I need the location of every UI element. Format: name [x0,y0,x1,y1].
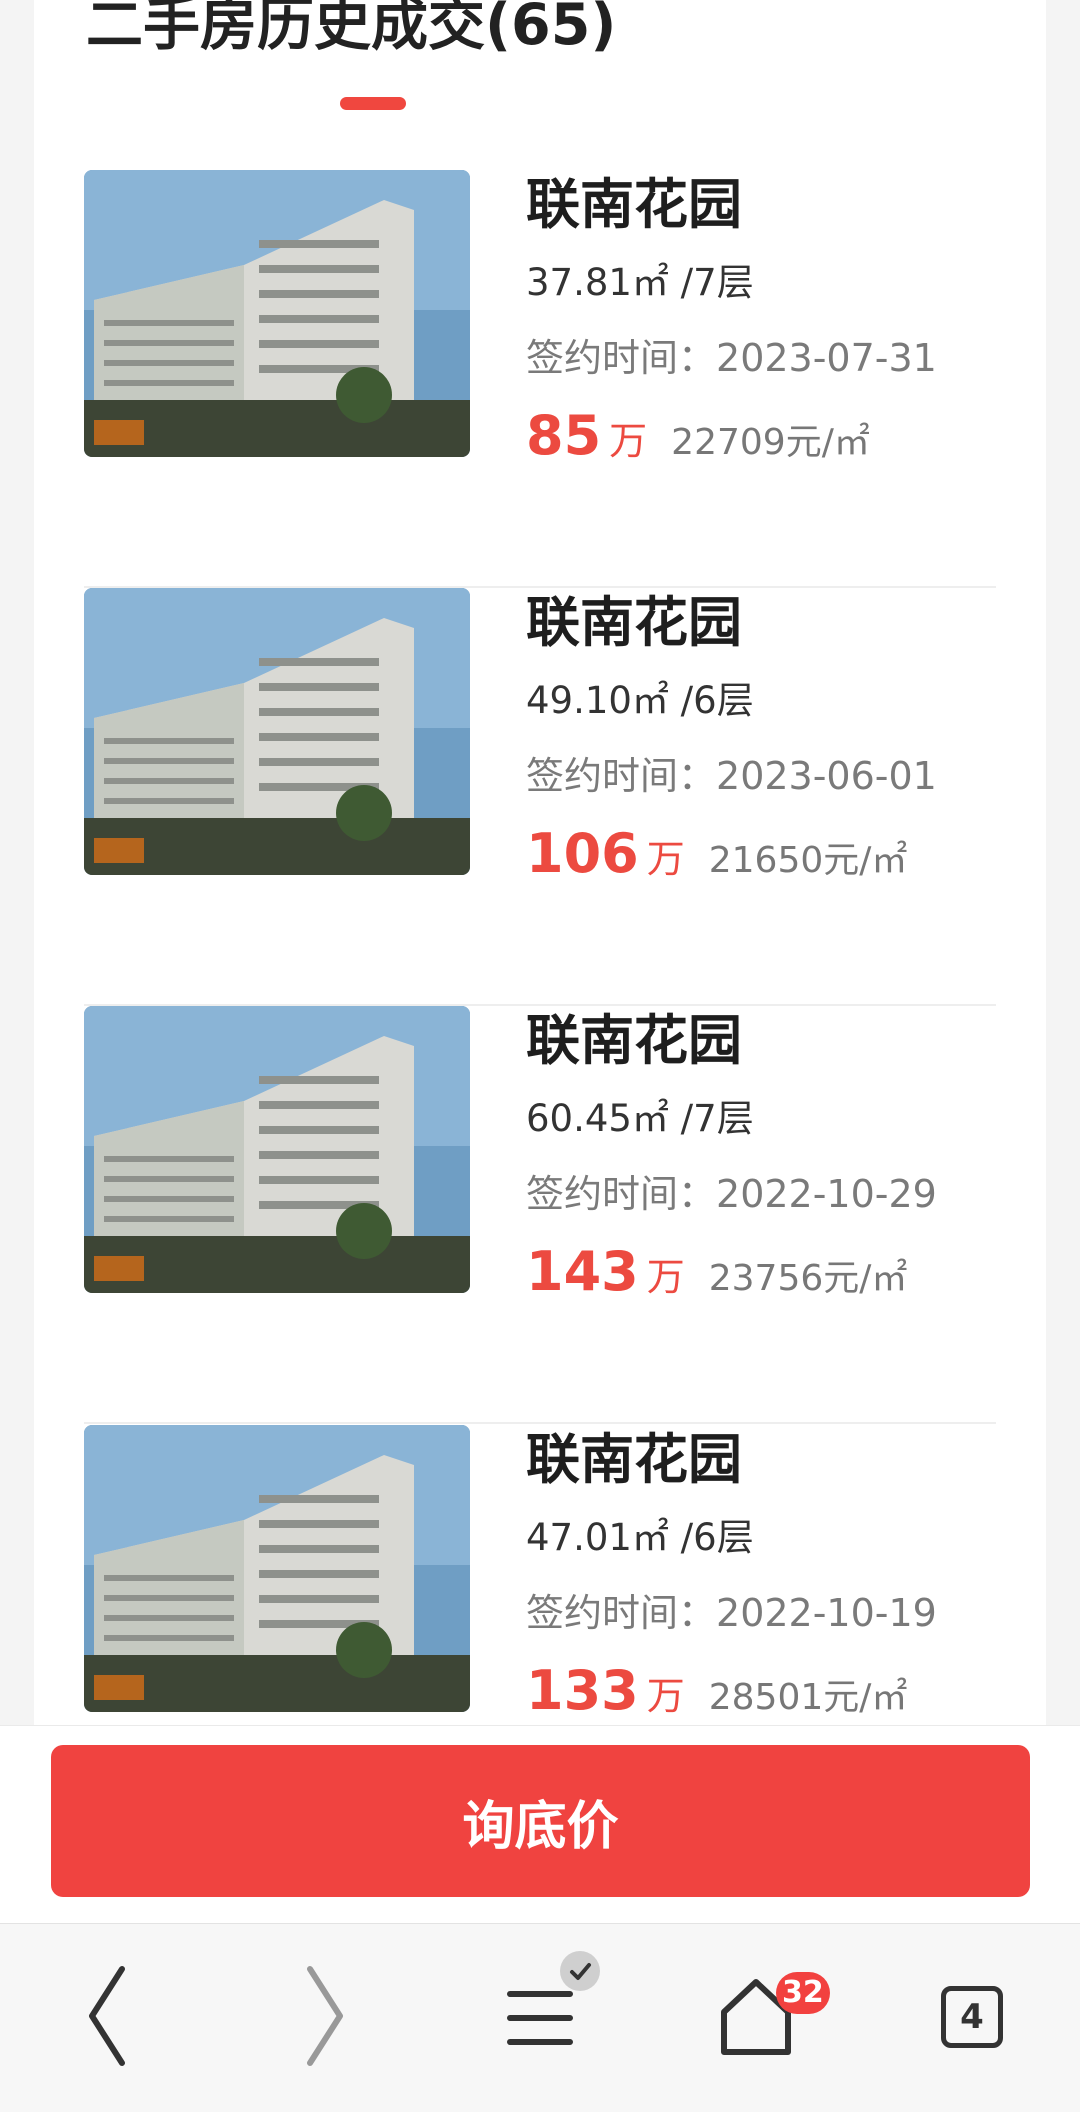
section-title: 二手房历史成交(65) [86,0,617,58]
building-photo [84,588,470,875]
sign-date: 2023-07-31 [716,336,937,380]
price-row: 133 万 28501元/㎡ [526,1659,908,1722]
price-row: 85 万 22709元/㎡ [526,404,870,467]
sign-date-row: 签约时间：2023-06-01 [526,753,937,799]
sign-date: 2022-10-19 [716,1591,937,1635]
building-photo [84,1006,470,1293]
listing-area: 60.45㎡ /7层 [526,1097,754,1140]
sign-date: 2022-10-29 [716,1172,937,1216]
check-icon [560,1951,600,1991]
sign-date-row: 签约时间：2023-07-31 [526,335,937,381]
sign-label: 签约时间： [526,1591,717,1635]
total-price: 106 [526,822,639,885]
price-unit: 万 [646,1255,685,1299]
listing-item[interactable]: 联南花园 37.81㎡ /7层 签约时间：2023-07-31 85 万 227… [84,170,996,588]
menu-button[interactable] [450,1924,630,2112]
unit-price: 21650元/㎡ [708,840,908,881]
chevron-right-icon [307,1966,343,2066]
total-price: 133 [526,1659,639,1722]
home-button[interactable] [666,1924,846,2112]
listing-name: 联南花园 [526,1009,742,1072]
listing-area: 47.01㎡ /6层 [526,1516,754,1559]
menu-icon [507,1991,573,2045]
home-badge: 32 [776,1972,830,2014]
listing-name: 联南花园 [526,173,742,236]
browser-nav-bar: 32 4 [0,1923,1080,2112]
unit-price: 22709元/㎡ [671,422,870,463]
listing-item[interactable]: 联南花园 47.01㎡ /6层 签约时间：2022-10-19 133 万 28… [84,1425,996,1725]
home-icon [721,1979,791,2055]
sign-label: 签约时间： [526,336,717,380]
sign-label: 签约时间： [526,754,717,798]
building-photo [84,170,470,457]
listing-name: 联南花园 [526,1428,742,1491]
price-unit: 万 [646,1674,685,1718]
unit-price: 28501元/㎡ [708,1677,908,1718]
listing-name: 联南花园 [526,591,742,654]
building-photo [84,1425,470,1712]
sign-date-row: 签约时间：2022-10-19 [526,1590,937,1636]
price-row: 143 万 23756元/㎡ [526,1240,908,1303]
ask-lowest-price-button[interactable]: 询底价 [51,1745,1030,1897]
unit-price: 23756元/㎡ [708,1258,908,1299]
tabs-button[interactable]: 4 [941,1986,1003,2048]
price-row: 106 万 21650元/㎡ [526,822,908,885]
listing-area: 49.10㎡ /6层 [526,679,754,722]
divider [84,1422,996,1424]
sign-date-row: 签约时间：2022-10-29 [526,1171,937,1217]
price-unit: 万 [609,419,648,463]
listing-area: 37.81㎡ /7层 [526,261,754,304]
total-price: 143 [526,1240,639,1303]
history-deals-card: 二手房历史成交(65) 联南花园 37.81㎡ /7层 签约时间：2023-07… [34,0,1046,1725]
sign-date: 2023-06-01 [716,754,937,798]
forward-button[interactable] [234,1924,414,2112]
back-button[interactable] [18,1924,198,2112]
chevron-left-icon [89,1966,125,2066]
total-price: 85 [526,404,602,467]
sign-label: 签约时间： [526,1172,717,1216]
listing-item[interactable]: 联南花园 60.45㎡ /7层 签约时间：2022-10-29 143 万 23… [84,1006,996,1424]
listing-item[interactable]: 联南花园 49.10㎡ /6层 签约时间：2023-06-01 106 万 21… [84,588,996,1006]
cta-bar: 询底价 [0,1725,1080,1923]
title-underline [340,97,406,110]
price-unit: 万 [646,837,685,881]
